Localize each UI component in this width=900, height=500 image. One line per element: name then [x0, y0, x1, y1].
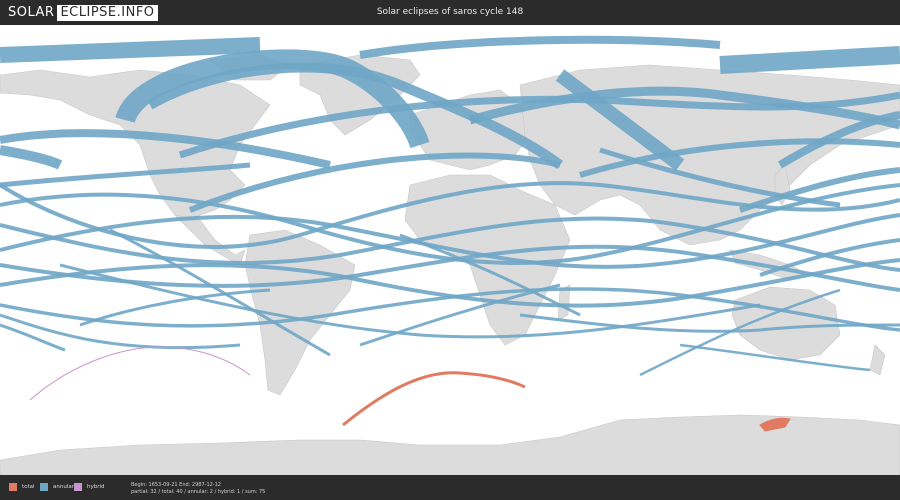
annular-path-2 — [0, 145, 63, 170]
legend-swatch-annular — [40, 483, 48, 491]
hybrid-paths — [29, 346, 251, 401]
hybrid-path-1 — [29, 346, 251, 401]
annular-path-polar-5 — [0, 37, 261, 63]
annular-path-polar-4 — [719, 46, 900, 74]
world-map-svg — [0, 35, 900, 475]
legend-swatch-hybrid — [74, 483, 82, 491]
annular-path-18 — [0, 323, 66, 352]
cycle-counts: partial: 32 / total: 40 / annular: 2 / h… — [131, 488, 266, 495]
legend-item-hybrid: hybrid — [74, 483, 105, 491]
legend-item-total: total — [9, 483, 35, 491]
legend-label-annular: annular — [53, 484, 74, 490]
cycle-stats: Begin: 1653-09-21 End: 2987-12-12 partia… — [131, 482, 265, 495]
page-title: Solar eclipses of saros cycle 148 — [376, 7, 524, 17]
land-new-zealand — [869, 344, 886, 376]
legend-swatch-total — [9, 483, 17, 491]
legend-item-annular: annular — [40, 483, 74, 491]
footer-bar: total annular hybrid Begin: 1653-09-21 E… — [0, 475, 900, 500]
legend-label-hybrid: hybrid — [87, 484, 105, 490]
annular-path-22 — [519, 313, 900, 333]
annular-path-polar-6 — [359, 35, 721, 59]
annular-path-17 — [0, 313, 241, 350]
legend-label-total: total — [22, 484, 35, 490]
header-bar: SOLAR ECLIPSE.INFO Solar eclipses of sar… — [0, 0, 900, 25]
eclipse-map — [0, 25, 900, 475]
total-path-1 — [342, 371, 526, 427]
land-central-america — [174, 214, 246, 266]
